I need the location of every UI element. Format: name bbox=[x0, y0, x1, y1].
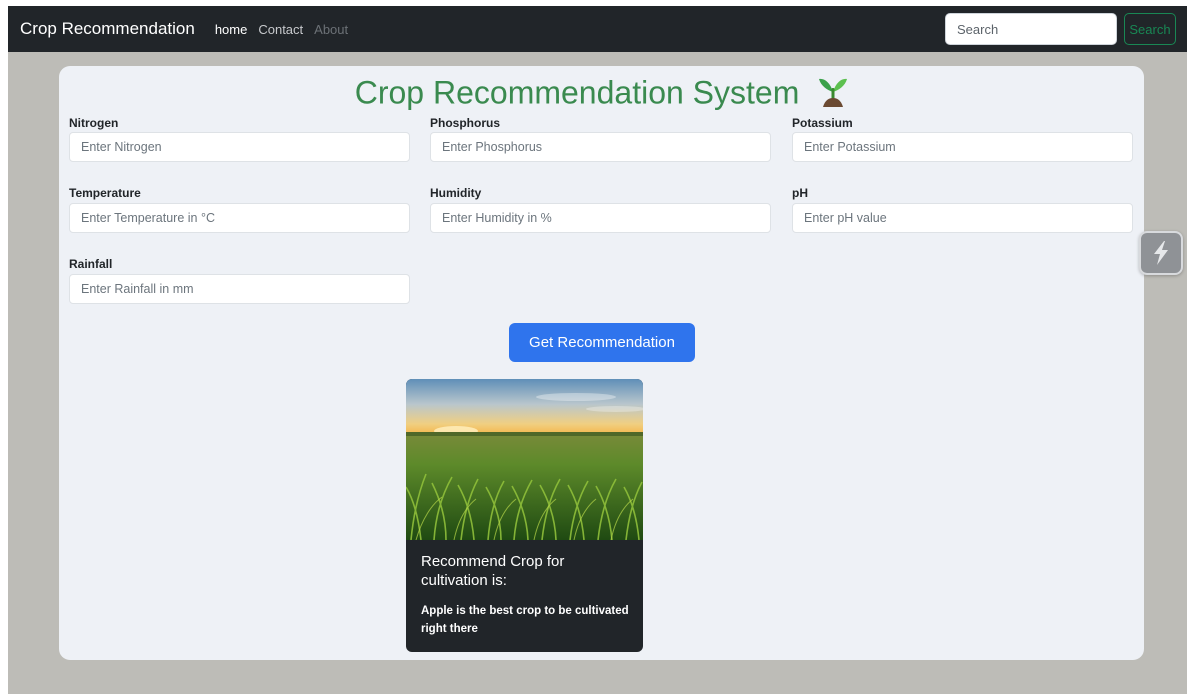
crop-field-image bbox=[406, 379, 643, 540]
temperature-label: Temperature bbox=[69, 186, 141, 200]
ph-input[interactable] bbox=[792, 203, 1133, 233]
humidity-input[interactable] bbox=[430, 203, 771, 233]
page-title: Crop Recommendation System bbox=[59, 68, 1144, 115]
browser-viewport: Crop Recommendation home Contact About S… bbox=[8, 6, 1187, 694]
floating-extension-button[interactable] bbox=[1139, 231, 1183, 275]
potassium-label: Potassium bbox=[792, 116, 853, 130]
sprout-icon bbox=[819, 78, 848, 107]
nitrogen-label: Nitrogen bbox=[69, 116, 119, 130]
temperature-input[interactable] bbox=[69, 203, 410, 233]
result-text: Apple is the best crop to be cultivated … bbox=[421, 605, 629, 635]
page-title-text: Crop Recommendation System bbox=[354, 74, 800, 111]
phosphorus-label: Phosphorus bbox=[430, 116, 501, 130]
navbar: Crop Recommendation home Contact About S… bbox=[8, 6, 1187, 52]
recommendation-form-card: Crop Recommendation System Nitrogen Phos… bbox=[59, 66, 1144, 660]
get-recommendation-button[interactable]: Get Recommendation bbox=[509, 323, 695, 362]
search-input[interactable] bbox=[945, 13, 1117, 45]
rainfall-input[interactable] bbox=[69, 274, 410, 304]
navbar-brand[interactable]: Crop Recommendation bbox=[20, 19, 195, 39]
result-card: Recommend Crop for cultivation is: Apple… bbox=[406, 379, 643, 652]
nav-link-contact[interactable]: Contact bbox=[258, 22, 303, 37]
humidity-label: Humidity bbox=[430, 186, 482, 200]
ph-label: pH bbox=[792, 186, 808, 200]
search-button[interactable]: Search bbox=[1124, 13, 1176, 45]
nav-link-about: About bbox=[314, 21, 349, 37]
nav-link-home[interactable]: home bbox=[215, 22, 248, 37]
potassium-input[interactable] bbox=[792, 132, 1133, 162]
rainfall-label: Rainfall bbox=[69, 257, 113, 271]
result-title: Recommend Crop for cultivation is: bbox=[421, 553, 565, 589]
nitrogen-input[interactable] bbox=[69, 132, 410, 162]
lightning-icon bbox=[1154, 241, 1168, 265]
phosphorus-input[interactable] bbox=[430, 132, 771, 162]
